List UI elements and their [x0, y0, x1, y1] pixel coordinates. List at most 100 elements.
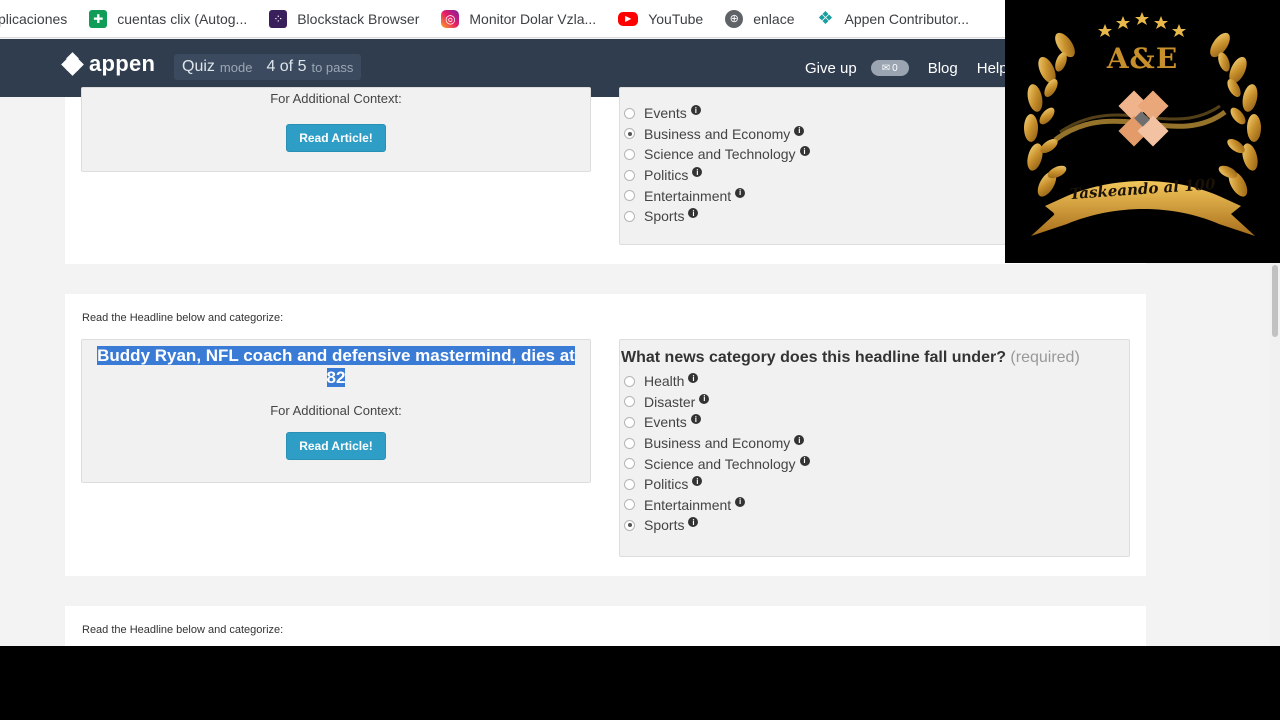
info-icon[interactable]: i — [794, 435, 805, 446]
bookmark-label: Monitor Dolar Vzla... — [469, 10, 597, 27]
option-label: Events — [644, 414, 687, 431]
overlay-monogram: A&E — [1106, 42, 1179, 75]
info-icon[interactable]: i — [735, 496, 746, 507]
required-label: (required) — [1010, 349, 1080, 366]
category-question-box: What news category does this headline fa… — [619, 339, 1130, 557]
info-icon[interactable]: i — [692, 476, 703, 487]
info-icon[interactable]: i — [735, 187, 746, 198]
headline-text: Buddy Ryan, NFL coach and defensive mast… — [82, 340, 590, 389]
option-entertainment[interactable]: Entertainment i — [620, 495, 1129, 516]
option-health[interactable]: Health i — [620, 371, 1129, 392]
bookmark-appen-contributor[interactable]: ❖ Appen Contributor... — [816, 8, 970, 28]
option-label: Entertainment — [644, 187, 732, 204]
info-icon[interactable]: i — [692, 167, 703, 178]
option-label: Business and Economy — [644, 125, 791, 142]
mode-label: mode — [219, 59, 253, 75]
radio-button[interactable] — [624, 499, 635, 511]
option-disaster[interactable]: Disaster i — [620, 392, 1129, 413]
option-label: Politics — [644, 476, 689, 493]
card-instruction: Read the Headline below and categorize: — [82, 312, 284, 324]
browser-viewport: plicaciones ✚ cuentas clix (Autog... ⁘ B… — [0, 0, 1280, 646]
bookmark-label: enlace — [753, 10, 795, 27]
appen-icon: ❖ — [817, 8, 834, 28]
option-label: Sports — [644, 517, 685, 534]
bookmark-label: plicaciones — [0, 10, 68, 27]
option-sports[interactable]: Sports i — [620, 515, 1129, 536]
radio-button-selected[interactable] — [624, 128, 635, 140]
radio-button[interactable] — [624, 148, 635, 160]
option-business-and-economy[interactable]: Business and Economy i — [620, 433, 1129, 454]
read-article-button[interactable]: Read Article! — [286, 432, 386, 460]
radio-button[interactable] — [624, 478, 635, 490]
google-sheets-icon: ✚ — [89, 9, 108, 28]
page-scrollbar[interactable] — [1270, 263, 1280, 646]
radio-button[interactable] — [624, 416, 635, 428]
radio-button[interactable] — [624, 458, 635, 470]
info-icon[interactable]: i — [799, 455, 810, 466]
question-text: What news category does this headline fa… — [621, 349, 1006, 366]
card-instruction: Read the Headline below and categorize: — [82, 624, 284, 636]
bookmark-label: cuentas clix (Autog... — [117, 10, 248, 27]
read-article-button[interactable]: Read Article! — [286, 124, 386, 152]
radio-button[interactable] — [624, 437, 635, 449]
give-up-link[interactable]: Give up — [805, 60, 857, 77]
headline-selection: Buddy Ryan, NFL coach and defensive mast… — [97, 346, 575, 387]
bookmark-monitor-dolar[interactable]: ◎ Monitor Dolar Vzla... — [441, 9, 597, 28]
info-icon[interactable]: i — [699, 393, 710, 404]
info-icon[interactable]: i — [799, 146, 810, 157]
option-label: Science and Technology — [644, 146, 796, 163]
help-link[interactable]: Help — [977, 60, 1008, 77]
radio-button[interactable] — [624, 169, 635, 181]
envelope-icon: ✉ — [881, 62, 891, 74]
bookmark-cuentas-clix[interactable]: ✚ cuentas clix (Autog... — [89, 9, 248, 28]
info-icon[interactable]: i — [688, 208, 699, 219]
radio-button[interactable] — [624, 210, 635, 222]
info-icon[interactable]: i — [688, 373, 699, 384]
scrollbar-thumb[interactable] — [1272, 265, 1278, 337]
question-card-1: For Additional Context: Read Article! Ev… — [65, 87, 1146, 264]
bookmark-blockstack[interactable]: ⁘ Blockstack Browser — [269, 9, 419, 28]
option-label: Politics — [644, 167, 689, 184]
bookmark-youtube[interactable]: ▶ YouTube — [618, 11, 703, 27]
globe-icon: ⊕ — [725, 9, 744, 28]
option-label: Events — [644, 105, 687, 122]
info-icon[interactable]: i — [794, 125, 805, 136]
bookmark-aplicaciones[interactable]: plicaciones — [0, 11, 67, 27]
info-icon[interactable]: i — [690, 105, 701, 116]
option-label: Entertainment — [644, 496, 732, 513]
bookmark-label: YouTube — [648, 10, 704, 27]
additional-context-label: For Additional Context: — [270, 403, 402, 418]
progress-suffix: to pass — [311, 59, 354, 75]
category-question: What news category does this headline fa… — [621, 349, 1129, 367]
info-icon[interactable]: i — [688, 517, 699, 528]
option-label: Business and Economy — [644, 435, 791, 452]
option-politics[interactable]: Politics i — [620, 474, 1129, 495]
info-icon[interactable]: i — [690, 414, 701, 425]
laurel-wreath-logo — [1024, 12, 1261, 236]
messages-badge[interactable]: ✉ 0 — [870, 60, 909, 76]
appen-logo-icon — [61, 52, 84, 76]
channel-logo-overlay: A&E Taskeando al 100 — [1005, 0, 1280, 263]
bookmark-enlace[interactable]: ⊕ enlace — [725, 9, 795, 28]
option-label: Science and Technology — [644, 455, 796, 472]
radio-button[interactable] — [624, 375, 635, 387]
bookmark-label: Appen Contributor... — [844, 10, 970, 27]
blog-link[interactable]: Blog — [928, 60, 958, 77]
option-science-and-technology[interactable]: Science and Technology i — [620, 453, 1129, 474]
appen-logo[interactable]: appen — [61, 51, 156, 77]
option-label: Disaster — [644, 393, 696, 410]
radio-button[interactable] — [624, 396, 635, 408]
quiz-label: Quiz — [182, 58, 215, 75]
instagram-icon: ◎ — [441, 9, 460, 28]
radio-button[interactable] — [624, 107, 635, 119]
logo-text: appen — [89, 51, 156, 76]
question-card-2: Read the Headline below and categorize: … — [65, 294, 1146, 576]
option-label: Health — [644, 373, 685, 390]
option-events[interactable]: Events i — [620, 412, 1129, 433]
option-label: Sports — [644, 208, 685, 225]
stars — [1098, 12, 1186, 37]
youtube-icon: ▶ — [618, 11, 639, 26]
radio-button[interactable] — [624, 190, 635, 202]
radio-button-selected[interactable] — [624, 519, 635, 531]
blockstack-icon: ⁘ — [269, 9, 288, 28]
